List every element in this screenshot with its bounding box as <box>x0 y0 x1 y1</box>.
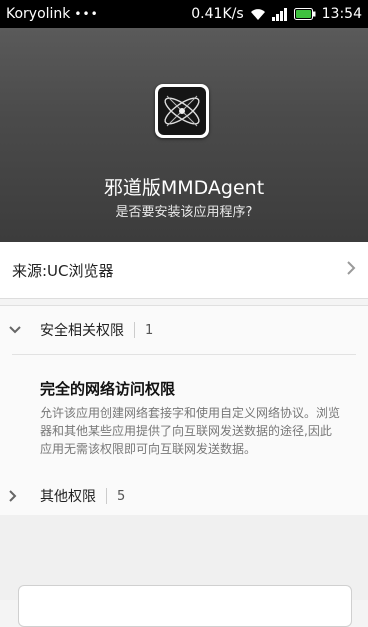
network-speed: 0.41K/s <box>191 6 244 22</box>
install-button[interactable] <box>18 585 352 627</box>
permissions-section: 安全相关权限 1 完全的网络访问权限 允许该应用创建网络套接字和使用自定义网络协… <box>0 305 368 517</box>
other-permissions-count: 5 <box>117 488 126 504</box>
signal-icon <box>271 7 288 21</box>
divider <box>12 354 356 355</box>
permission-title: 完全的网络访问权限 <box>40 380 176 398</box>
battery-icon <box>293 8 316 20</box>
permission-description: 允许该应用创建网络套接字和使用自定义网络协议。浏览器和其他某些应用提供了向互联网… <box>40 406 341 456</box>
notification-dots: ••• <box>74 7 99 21</box>
bottom-action-area <box>0 515 368 627</box>
clock: 13:54 <box>321 6 362 22</box>
install-header: 邪道版MMDAgent 是否要安装该应用程序? <box>0 28 368 242</box>
wifi-icon <box>250 8 266 21</box>
chevron-right-icon <box>8 489 28 503</box>
separator <box>106 488 107 504</box>
security-permissions-count: 1 <box>145 322 154 338</box>
source-label: 来源:UC浏览器 <box>12 261 114 280</box>
status-bar: Koryolink ••• 0.41K/s 13:54 <box>0 0 368 28</box>
separator <box>134 322 135 338</box>
other-permissions-header[interactable]: 其他权限 5 <box>0 474 368 518</box>
app-name: 邪道版MMDAgent <box>103 177 265 199</box>
app-logo-icon <box>155 84 209 138</box>
chevron-right-icon <box>346 260 356 280</box>
chevron-down-icon <box>8 325 28 335</box>
security-permissions-label: 安全相关权限 <box>40 323 124 339</box>
other-permissions-label: 其他权限 <box>40 489 96 505</box>
security-permissions-header[interactable]: 安全相关权限 1 <box>0 308 368 352</box>
install-question: 是否要安装该应用程序? <box>115 205 253 220</box>
source-row[interactable]: 来源:UC浏览器 <box>0 242 368 299</box>
carrier-name: Koryolink <box>6 6 71 22</box>
